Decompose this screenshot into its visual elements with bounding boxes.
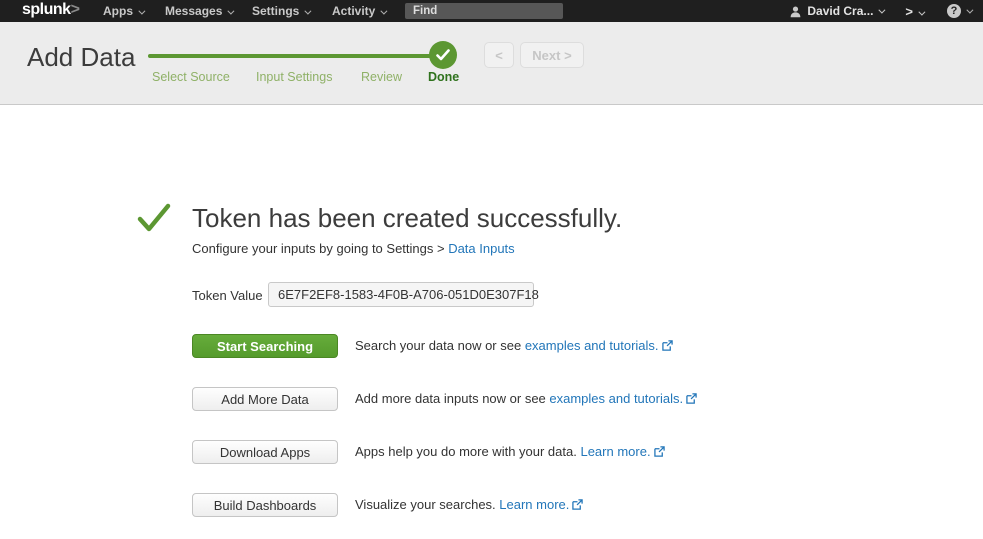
start-searching-button[interactable]: Start Searching bbox=[192, 334, 338, 358]
next-button[interactable]: Next > bbox=[520, 42, 584, 68]
token-value-label: Token Value bbox=[192, 288, 263, 303]
add-more-data-button[interactable]: Add More Data bbox=[192, 387, 338, 411]
external-link-icon bbox=[654, 446, 665, 457]
chevron-down-icon bbox=[966, 6, 973, 13]
chevron-down-icon bbox=[918, 8, 925, 15]
chevron-down-icon bbox=[228, 8, 235, 15]
data-inputs-link[interactable]: Data Inputs bbox=[448, 241, 515, 256]
learn-more-link[interactable]: Learn more. bbox=[499, 497, 569, 512]
build-dashboards-button[interactable]: Build Dashboards bbox=[192, 493, 338, 517]
action-description: Visualize your searches. Learn more. bbox=[355, 493, 583, 517]
nav-menu-settings-label: Settings bbox=[252, 4, 299, 18]
action-description: Search your data now or see examples and… bbox=[355, 334, 673, 358]
chevron-down-icon bbox=[305, 8, 312, 15]
nav-menu-apps-label: Apps bbox=[103, 4, 133, 18]
user-name: David Cra... bbox=[807, 4, 873, 18]
action-row-download-apps: Download Apps Apps help you do more with… bbox=[192, 440, 892, 464]
wizard-step-done: Done bbox=[428, 70, 459, 84]
wizard-step-review[interactable]: Review bbox=[361, 70, 402, 84]
nav-menu-settings[interactable]: Settings bbox=[252, 4, 309, 18]
external-link-icon bbox=[662, 340, 673, 351]
learn-more-link[interactable]: Learn more. bbox=[580, 444, 650, 459]
external-link-icon bbox=[686, 393, 697, 404]
action-row-build-dashboards: Build Dashboards Visualize your searches… bbox=[192, 493, 892, 517]
find-search-input[interactable] bbox=[405, 3, 563, 19]
wizard-header: Add Data Select Source Input Settings Re… bbox=[0, 22, 983, 105]
action-description-text: Visualize your searches. bbox=[355, 497, 499, 512]
nav-menu-messages-label: Messages bbox=[165, 4, 222, 18]
nav-menu-apps[interactable]: Apps bbox=[103, 4, 143, 18]
action-description: Apps help you do more with your data. Le… bbox=[355, 440, 665, 464]
examples-tutorials-link[interactable]: examples and tutorials. bbox=[525, 338, 659, 353]
external-link-icon bbox=[572, 499, 583, 510]
splunk-logo[interactable]: splunk> bbox=[22, 1, 79, 19]
user-icon bbox=[789, 5, 802, 18]
help-icon: ? bbox=[947, 4, 961, 18]
success-check-icon bbox=[136, 200, 172, 236]
success-message: Token has been created successfully. bbox=[192, 203, 622, 234]
nav-menu-messages[interactable]: Messages bbox=[165, 4, 232, 18]
nav-menu-activity-label: Activity bbox=[332, 4, 375, 18]
wizard-step-input-settings[interactable]: Input Settings bbox=[256, 70, 332, 84]
splunk-logo-text: splunk bbox=[22, 1, 71, 18]
top-nav-bar: splunk> Apps Messages Settings Activity … bbox=[0, 0, 983, 22]
done-check-icon bbox=[429, 41, 457, 69]
action-row-add-more-data: Add More Data Add more data inputs now o… bbox=[192, 387, 892, 411]
configure-hint: Configure your inputs by going to Settin… bbox=[192, 241, 515, 256]
action-row-start-searching: Start Searching Search your data now or … bbox=[192, 334, 892, 358]
user-menu[interactable]: David Cra... bbox=[789, 4, 883, 18]
greater-than-icon: > bbox=[905, 4, 913, 19]
wizard-progress-line bbox=[148, 54, 438, 58]
chevron-down-icon bbox=[381, 8, 388, 15]
action-description-text: Apps help you do more with your data. bbox=[355, 444, 580, 459]
jump-menu[interactable]: > bbox=[905, 4, 923, 19]
wizard-step-select-source[interactable]: Select Source bbox=[152, 70, 230, 84]
action-description-text: Add more data inputs now or see bbox=[355, 391, 549, 406]
chevron-down-icon bbox=[138, 8, 145, 15]
action-description: Add more data inputs now or see examples… bbox=[355, 387, 697, 411]
chevron-down-icon bbox=[879, 6, 886, 13]
examples-tutorials-link[interactable]: examples and tutorials. bbox=[549, 391, 683, 406]
splunk-logo-caret: > bbox=[71, 1, 80, 18]
token-value-field[interactable]: 6E7F2EF8-1583-4F0B-A706-051D0E307F18 bbox=[268, 282, 534, 307]
nav-menu-activity[interactable]: Activity bbox=[332, 4, 385, 18]
back-button[interactable]: < bbox=[484, 42, 514, 68]
page-title: Add Data bbox=[27, 42, 135, 73]
configure-hint-text: Configure your inputs by going to Settin… bbox=[192, 241, 448, 256]
help-menu[interactable]: ? bbox=[947, 4, 971, 18]
download-apps-button[interactable]: Download Apps bbox=[192, 440, 338, 464]
action-description-text: Search your data now or see bbox=[355, 338, 525, 353]
